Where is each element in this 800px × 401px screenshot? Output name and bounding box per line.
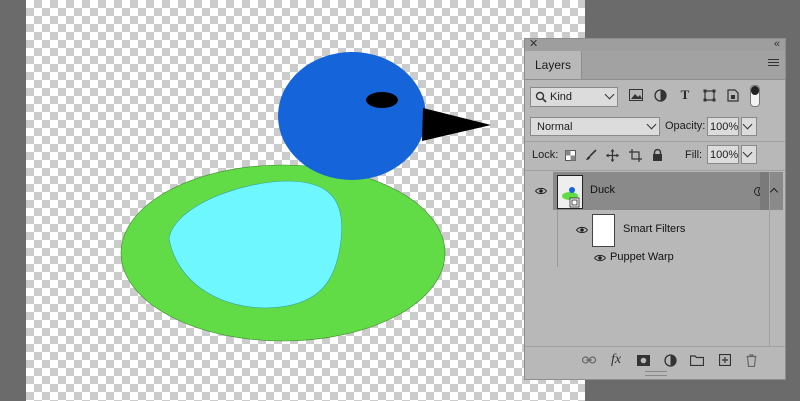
trash-icon[interactable] bbox=[744, 353, 758, 367]
layer-thumbnail bbox=[557, 175, 583, 209]
smart-filters-mask-thumbnail[interactable] bbox=[592, 214, 615, 247]
collapse-chevron-up-icon[interactable] bbox=[769, 187, 779, 197]
duck-artwork bbox=[120, 52, 491, 342]
layer-name-duck[interactable]: Duck bbox=[590, 184, 615, 196]
layer-name-smart-filters[interactable]: Smart Filters bbox=[623, 223, 685, 235]
fill-label: Fill: bbox=[685, 149, 703, 161]
filter-adjustment-icon[interactable] bbox=[652, 87, 668, 103]
chevron-down-icon bbox=[604, 89, 615, 100]
filter-shape-icon[interactable] bbox=[701, 87, 717, 103]
lock-position-move-icon[interactable] bbox=[605, 148, 619, 162]
panel-resize-grip[interactable] bbox=[645, 371, 667, 376]
fill-field[interactable]: 100% bbox=[707, 145, 739, 164]
panel-title-bar[interactable]: ✕ « bbox=[525, 37, 785, 51]
filters-indent-line bbox=[557, 210, 558, 267]
puppet-warp-eye-icon[interactable] bbox=[594, 254, 606, 262]
opacity-label: Opacity: bbox=[665, 120, 706, 132]
blend-mode-select[interactable]: Normal bbox=[530, 117, 660, 136]
collapse-panel-icon[interactable]: « bbox=[774, 37, 780, 51]
layers-list-scrollbar-track[interactable] bbox=[769, 172, 770, 346]
filter-type-icon[interactable]: T bbox=[677, 87, 693, 103]
chevron-down-icon bbox=[646, 119, 657, 130]
layer-row-duck[interactable]: Duck bbox=[553, 172, 783, 210]
lock-all-icon[interactable] bbox=[650, 148, 664, 162]
document-canvas[interactable] bbox=[26, 0, 585, 401]
folder-icon[interactable] bbox=[690, 353, 704, 367]
filter-toggle-switch[interactable] bbox=[750, 85, 760, 107]
blend-mode-value: Normal bbox=[537, 121, 573, 133]
panel-menu-icon[interactable] bbox=[768, 59, 779, 69]
layers-panel: ✕ « Layers Kind T Normal Opacity: 100% L… bbox=[524, 38, 786, 380]
filter-kind-select[interactable]: Kind bbox=[530, 87, 618, 107]
chevron-down-icon bbox=[742, 119, 753, 130]
fill-dropdown[interactable] bbox=[741, 145, 757, 164]
mask-icon[interactable] bbox=[636, 353, 650, 367]
duck-eye bbox=[366, 92, 398, 108]
tab-layers-label: Layers bbox=[535, 58, 572, 72]
chevron-down-icon bbox=[742, 147, 753, 158]
opacity-dropdown[interactable] bbox=[741, 117, 757, 136]
new-layer-icon[interactable] bbox=[718, 353, 732, 367]
smart-filters-eye-icon[interactable] bbox=[576, 226, 588, 234]
duck-head bbox=[278, 52, 426, 180]
fx-icon[interactable]: fx bbox=[609, 352, 623, 367]
filter-smart-object-icon[interactable] bbox=[725, 87, 741, 103]
adjustment-icon[interactable] bbox=[663, 353, 677, 367]
visibility-eye-icon[interactable] bbox=[535, 187, 547, 195]
filter-pixel-icon[interactable] bbox=[628, 87, 644, 103]
layers-bottom-toolbar: fx bbox=[525, 346, 785, 373]
lock-pixels-brush-icon[interactable] bbox=[584, 148, 598, 162]
filter-kind-value: Kind bbox=[550, 91, 573, 103]
opacity-value: 100% bbox=[710, 121, 739, 133]
lock-transparency-icon[interactable] bbox=[563, 148, 577, 162]
link-icon[interactable] bbox=[582, 353, 596, 367]
lock-artboard-icon[interactable] bbox=[628, 148, 642, 162]
fill-value: 100% bbox=[710, 149, 739, 161]
opacity-field[interactable]: 100% bbox=[707, 117, 739, 136]
close-panel-icon[interactable]: ✕ bbox=[529, 37, 538, 51]
layer-name-puppet-warp[interactable]: Puppet Warp bbox=[610, 251, 674, 263]
panel-tab-row: Layers bbox=[525, 51, 785, 80]
duck-beak bbox=[422, 108, 491, 141]
search-icon bbox=[535, 91, 547, 103]
lock-label: Lock: bbox=[532, 149, 559, 161]
tab-layers[interactable]: Layers bbox=[525, 51, 583, 79]
selected-layer-scrollbar[interactable] bbox=[760, 172, 769, 210]
